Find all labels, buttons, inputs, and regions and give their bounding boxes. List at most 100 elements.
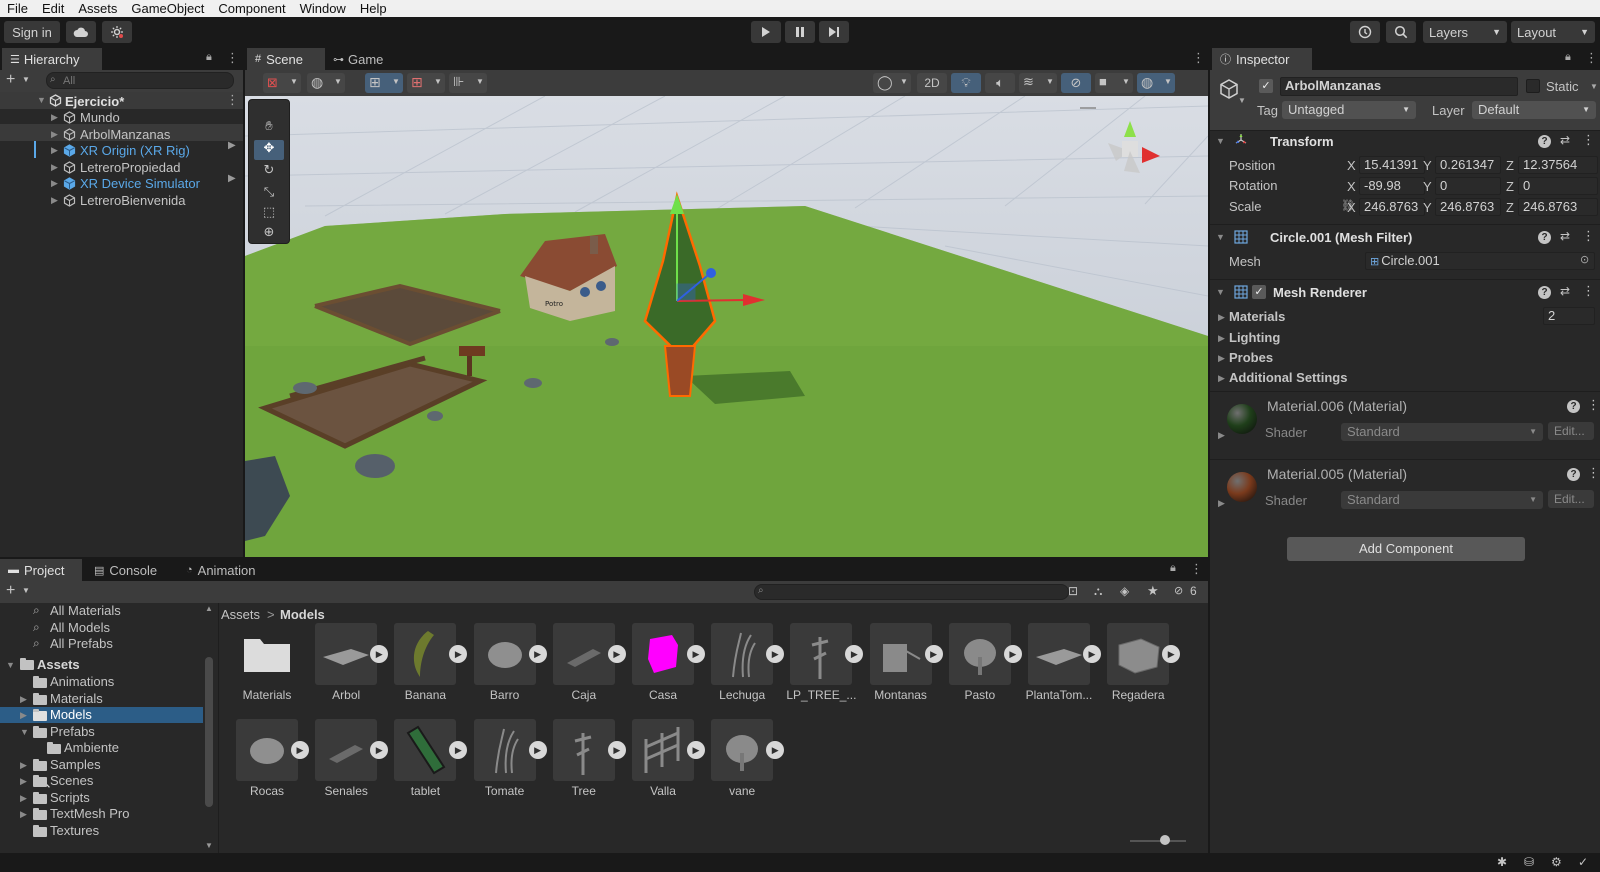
rotation-x-field[interactable]: -89.98 <box>1359 177 1425 195</box>
tab-game[interactable]: ⊶ Game <box>325 48 395 70</box>
shader-dropdown[interactable]: Standard ▼ <box>1341 491 1543 509</box>
scale-z-field[interactable]: 246.8763 <box>1518 198 1598 216</box>
model-asset-thumbnail[interactable] <box>869 623 932 685</box>
breadcrumb-models[interactable]: Models <box>280 607 325 622</box>
help-icon[interactable]: ? <box>1538 286 1551 299</box>
materials-count-field[interactable]: 2 <box>1543 307 1595 325</box>
help-icon[interactable]: ? <box>1538 135 1551 148</box>
rotation-y-field[interactable]: 0 <box>1435 177 1501 195</box>
mesh-renderer-enabled-checkbox[interactable]: ✓ <box>1252 285 1266 299</box>
expand-triangle-icon[interactable]: ▶ <box>1218 312 1225 323</box>
increment-snap-dropdown[interactable]: ⊪ ▼ <box>449 73 487 93</box>
lock-icon[interactable]: 🔒︎ <box>206 51 212 64</box>
grid-visibility-dropdown[interactable]: ⊞ ▼ <box>407 73 445 93</box>
rotation-z-axis-label[interactable]: Z <box>1506 179 1514 194</box>
expand-asset-icon[interactable]: ▶ <box>766 741 785 759</box>
edit-shader-button[interactable]: Edit... <box>1548 490 1594 508</box>
expand-triangle-icon[interactable]: ▶ <box>51 112 58 123</box>
project-tree-item[interactable]: Animations <box>50 674 114 689</box>
more-icon[interactable]: ⋮ <box>1585 50 1598 66</box>
model-asset-thumbnail[interactable] <box>236 719 298 781</box>
more-icon[interactable]: ⋮ <box>1582 132 1595 148</box>
project-tree-item[interactable]: Models <box>50 707 92 722</box>
expand-asset-icon[interactable]: ▶ <box>370 741 389 759</box>
move-tool-icon[interactable]: ✥ <box>254 140 284 160</box>
icon-size-slider[interactable] <box>1130 840 1186 842</box>
menu-component[interactable]: Component <box>211 1 292 16</box>
expand-triangle-icon[interactable]: ▶ <box>1218 333 1225 344</box>
draw-mode-dropdown[interactable]: ⊠ ▼ <box>263 73 301 93</box>
help-icon[interactable]: ? <box>1538 231 1551 244</box>
favorite-item[interactable]: All Materials <box>50 603 121 618</box>
model-asset-thumbnail[interactable] <box>473 719 536 781</box>
favorite-item[interactable]: All Models <box>50 620 110 635</box>
object-picker-icon[interactable]: ⊙ <box>1580 253 1589 266</box>
asset-label[interactable]: Montanas <box>861 688 941 702</box>
asset-label[interactable]: Rocas <box>227 784 307 798</box>
more-icon[interactable]: ⋮ <box>1190 561 1203 577</box>
breadcrumb-assets[interactable]: Assets <box>221 607 260 622</box>
sign-in-button[interactable]: Sign in <box>4 21 60 43</box>
chevron-right-icon[interactable]: ▶ <box>228 173 236 184</box>
expand-triangle-icon[interactable]: ▶ <box>20 710 27 721</box>
expand-triangle-icon[interactable]: ▶ <box>1218 430 1225 441</box>
hidden-packages-icon[interactable]: ⊘ <box>1174 584 1183 597</box>
chevron-down-icon[interactable]: ▼ <box>1590 82 1598 91</box>
expand-asset-icon[interactable]: ▶ <box>528 645 547 663</box>
more-icon[interactable]: ⋮ <box>226 92 239 108</box>
cloud-icon[interactable] <box>66 21 96 43</box>
expand-asset-icon[interactable]: ▶ <box>845 645 864 663</box>
expand-asset-icon[interactable]: ▶ <box>528 741 547 759</box>
model-asset-thumbnail[interactable] <box>711 719 774 781</box>
additional-settings-foldout[interactable]: Additional Settings <box>1229 370 1347 385</box>
model-asset-thumbnail[interactable] <box>315 623 378 685</box>
asset-label[interactable]: tablet <box>385 784 465 798</box>
expand-asset-icon[interactable]: ▶ <box>687 645 705 663</box>
hierarchy-item[interactable]: LetreroPropiedad <box>80 160 180 175</box>
scrollbar-thumb[interactable] <box>205 657 213 807</box>
asset-label[interactable]: Lechuga <box>702 688 782 702</box>
project-tree-item[interactable]: Samples <box>50 757 101 772</box>
search-by-type-icon[interactable]: ⊡ <box>1068 584 1078 598</box>
label-icon[interactable]: ◈ <box>1120 584 1129 598</box>
step-button[interactable] <box>819 21 849 43</box>
pause-button[interactable] <box>785 21 815 43</box>
filter-type-icon[interactable]: ⛬ <box>1094 584 1102 599</box>
asset-label[interactable]: Valla <box>623 784 703 798</box>
expand-triangle-icon[interactable]: ▶ <box>51 145 58 156</box>
active-checkbox[interactable]: ✓ <box>1259 79 1273 93</box>
position-x-axis-label[interactable]: X <box>1347 158 1356 173</box>
position-y-axis-label[interactable]: Y <box>1423 158 1432 173</box>
tab-inspector[interactable]: ⓘ Inspector <box>1212 48 1312 70</box>
expand-asset-icon[interactable]: ▶ <box>766 645 785 663</box>
expand-asset-icon[interactable]: ▶ <box>687 741 705 759</box>
scale-x-axis-label[interactable]: X <box>1347 200 1356 215</box>
expand-triangle-icon[interactable]: ▼ <box>37 95 46 105</box>
project-tree-item[interactable]: Textures <box>50 823 99 838</box>
cache-server-icon[interactable]: ⛁ <box>1524 855 1534 869</box>
model-asset-thumbnail[interactable] <box>711 623 774 685</box>
asset-label[interactable]: Arbol <box>306 688 386 702</box>
project-tree-item[interactable]: Scenes <box>50 773 93 788</box>
lighting-toggle-icon[interactable]: 💡︎ <box>951 73 981 93</box>
model-asset-thumbnail[interactable] <box>315 719 378 781</box>
model-asset-thumbnail[interactable] <box>473 623 536 685</box>
preset-icon[interactable]: ⇄ <box>1560 284 1570 298</box>
static-checkbox[interactable] <box>1526 79 1540 93</box>
menu-assets[interactable]: Assets <box>71 1 124 16</box>
more-icon[interactable]: ⋮ <box>226 50 239 66</box>
model-asset-thumbnail[interactable] <box>394 623 457 685</box>
rect-tool-icon[interactable]: ⬚ <box>254 204 284 224</box>
scale-y-axis-label[interactable]: Y <box>1423 200 1432 215</box>
hierarchy-item[interactable]: ArbolManzanas <box>80 127 170 142</box>
tab-console[interactable]: ▤ Console <box>86 559 174 581</box>
chevron-down-icon[interactable]: ▼ <box>1238 96 1246 105</box>
favorite-item[interactable]: All Prefabs <box>50 636 113 651</box>
expand-asset-icon[interactable]: ▶ <box>1083 645 1101 663</box>
assets-root[interactable]: Assets <box>37 657 80 672</box>
grid-snap-dropdown[interactable]: ⊞ ▼ <box>365 73 403 93</box>
effects-dropdown[interactable]: ≋ ▼ <box>1019 73 1057 93</box>
model-asset-thumbnail[interactable] <box>552 719 615 781</box>
menu-file[interactable]: File <box>0 1 35 16</box>
rotation-x-axis-label[interactable]: X <box>1347 179 1356 194</box>
